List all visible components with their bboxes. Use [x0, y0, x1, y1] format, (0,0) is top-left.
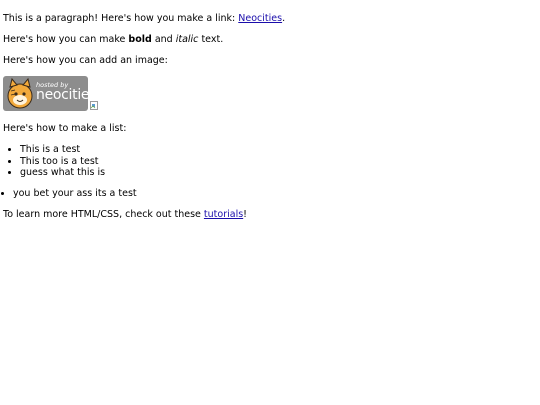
- intro-text: This is a paragraph! Here's how you make…: [3, 13, 239, 24]
- list-item: This is a test: [20, 144, 105, 156]
- test-list: This is a test This too is a test guess …: [3, 144, 105, 179]
- italic-text: italic: [175, 34, 199, 45]
- neocities-link[interactable]: Neocities: [238, 13, 282, 24]
- bold-text: bold: [128, 34, 152, 45]
- formatting-suffix: text.: [198, 34, 224, 45]
- tutorials-suffix: !: [243, 209, 247, 220]
- tutorials-link[interactable]: tutorials: [204, 209, 243, 220]
- tutorials-paragraph: To learn more HTML/CSS, check out these …: [3, 209, 247, 220]
- intro-suffix: .: [282, 13, 286, 24]
- second-list: you bet your ass its a test: [3, 188, 137, 200]
- list-item: you bet your ass its a test: [13, 188, 137, 200]
- tutorials-text: To learn more HTML/CSS, check out these: [3, 209, 204, 220]
- formatting-paragraph: Here's how you can make bold and italic …: [3, 34, 223, 45]
- list-item: This too is a test: [20, 156, 105, 168]
- image-paragraph: Here's how you can add an image:: [3, 55, 168, 66]
- badge-big-text: neocities: [36, 87, 88, 103]
- intro-paragraph: This is a paragraph! Here's how you make…: [3, 13, 285, 24]
- formatting-middle: and: [151, 34, 176, 45]
- hosted-by-neocities-badge: hosted by neocities: [3, 76, 88, 111]
- list-paragraph: Here's how to make a list:: [3, 123, 127, 134]
- formatting-text: Here's how you can make: [3, 34, 129, 45]
- neocities-cat-icon: [7, 77, 33, 109]
- broken-image-icon: [90, 101, 98, 110]
- list-item: guess what this is: [20, 167, 105, 179]
